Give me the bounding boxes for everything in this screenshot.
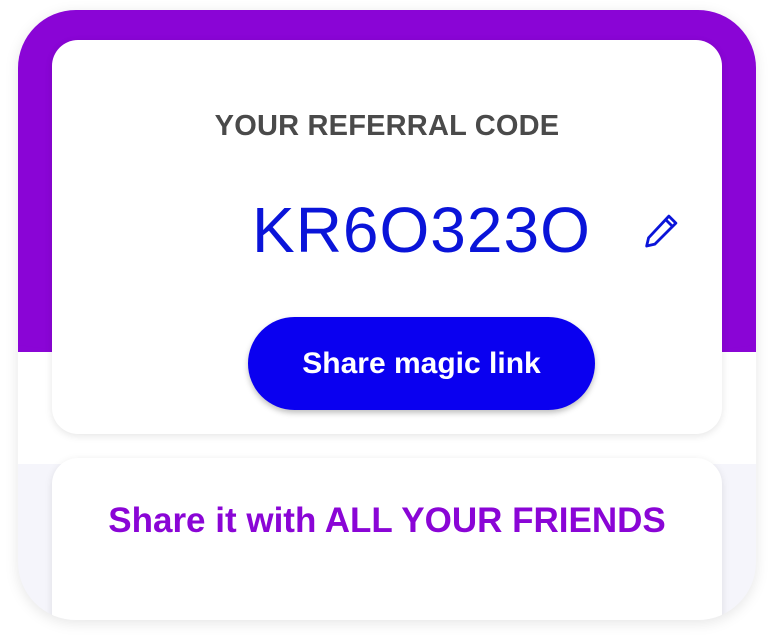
share-friends-heading: Share it with ALL YOUR FRIENDS [108,501,666,540]
referral-code-value: KR6O323O [252,194,591,266]
referral-code-card: YOUR REFERRAL CODE KR6O323O Share magic … [52,40,722,434]
app-frame: YOUR REFERRAL CODE KR6O323O Share magic … [18,10,756,620]
screen: YOUR REFERRAL CODE KR6O323O Share magic … [0,0,776,640]
pencil-icon[interactable] [640,210,682,252]
share-magic-link-button[interactable]: Share magic link [248,317,595,410]
share-friends-card: Share it with ALL YOUR FRIENDS [52,458,722,620]
referral-code-row: KR6O323O [52,190,722,270]
referral-code-heading: YOUR REFERRAL CODE [214,110,560,142]
